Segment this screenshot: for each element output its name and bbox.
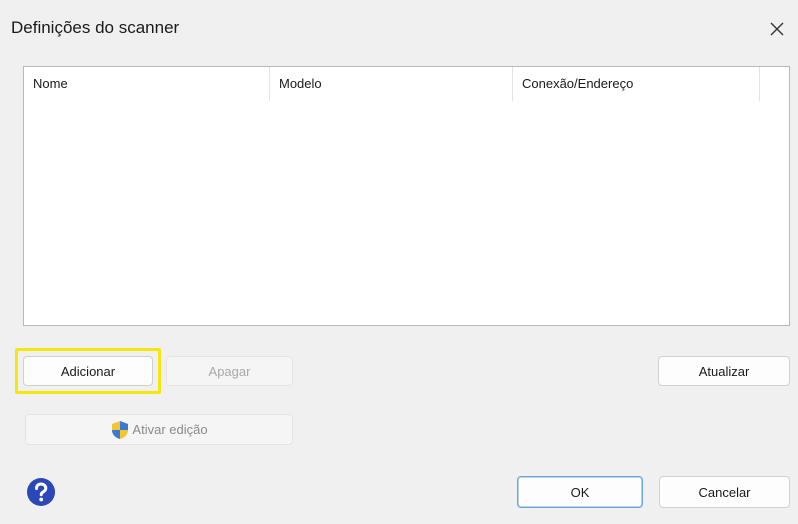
list-header: Nome Modelo Conexão/Endereço <box>24 67 789 101</box>
help-button[interactable] <box>25 476 57 508</box>
help-icon <box>27 478 55 506</box>
cancel-button[interactable]: Cancelar <box>659 476 790 508</box>
column-header-model[interactable]: Modelo <box>270 67 513 101</box>
column-header-name[interactable]: Nome <box>24 67 270 101</box>
scanner-list[interactable]: Nome Modelo Conexão/Endereço <box>23 66 790 326</box>
column-header-extra[interactable] <box>760 67 789 101</box>
refresh-button[interactable]: Atualizar <box>658 356 790 386</box>
ok-button[interactable]: OK <box>517 476 643 508</box>
delete-button[interactable]: Apagar <box>166 356 293 386</box>
column-header-connection[interactable]: Conexão/Endereço <box>513 67 760 101</box>
scanner-settings-dialog: Definições do scanner Nome Modelo Conexã… <box>0 0 798 524</box>
enable-edit-label: Ativar edição <box>132 422 208 437</box>
uac-shield-icon <box>112 420 129 439</box>
enable-edit-button[interactable]: Ativar edição <box>25 414 293 445</box>
close-button[interactable] <box>760 12 794 46</box>
add-button[interactable]: Adicionar <box>23 356 153 386</box>
close-icon <box>770 22 784 36</box>
dialog-title: Definições do scanner <box>11 18 180 37</box>
